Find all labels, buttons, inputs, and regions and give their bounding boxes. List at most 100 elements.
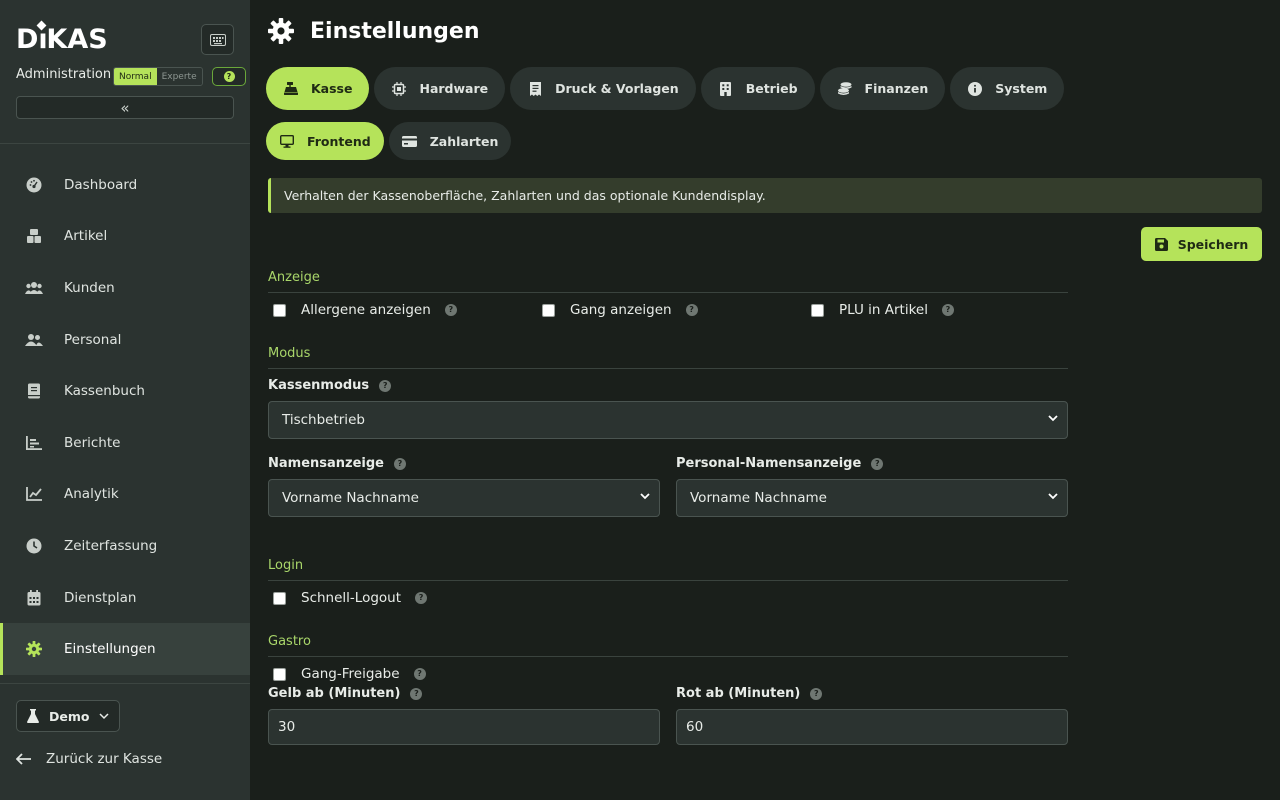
collapse-sidebar-button[interactable]: « xyxy=(16,96,234,119)
sidebar-item-berichte[interactable]: Berichte xyxy=(0,417,250,469)
plu-checkbox-row[interactable]: PLU in Artikel ? xyxy=(811,302,954,318)
help-icon[interactable]: ? xyxy=(444,304,457,316)
allergene-checkbox[interactable] xyxy=(273,303,286,317)
sidebar-item-label: Personal xyxy=(64,331,122,348)
back-to-register-link[interactable]: Zurück zur Kasse xyxy=(16,751,162,767)
sidebar-item-analytik[interactable]: Analytik xyxy=(0,469,250,521)
subtab-zahlarten[interactable]: Zahlarten xyxy=(388,122,512,160)
save-label: Speichern xyxy=(1177,236,1249,252)
field-label-text: Gelb ab (Minuten) xyxy=(268,686,401,701)
double-chevron-left-icon: « xyxy=(120,98,130,117)
sidebar: Dı KAS Administration Normal Experte ? « … xyxy=(0,0,250,800)
help-icon[interactable]: ? xyxy=(810,687,823,700)
chevron-down-icon xyxy=(1048,415,1058,422)
help-icon[interactable]: ? xyxy=(379,379,392,392)
sidebar-item-label: Berichte xyxy=(64,434,121,451)
monitor-icon xyxy=(279,133,295,149)
gang-checkbox[interactable] xyxy=(542,303,555,317)
gang-freigabe-checkbox-row[interactable]: Gang-Freigabe ? xyxy=(273,666,426,682)
tab-hardware[interactable]: Hardware xyxy=(374,67,506,110)
sidebar-item-label: Zeiterfassung xyxy=(64,537,158,554)
cash-register-icon xyxy=(283,81,299,97)
sidebar-item-artikel[interactable]: Artikel xyxy=(0,211,250,263)
help-icon[interactable]: ? xyxy=(394,457,406,470)
tab-label: Druck & Vorlagen xyxy=(555,81,679,96)
checkbox-label: Gang-Freigabe xyxy=(301,666,400,682)
namensanzeige-label: Namensanzeige ? xyxy=(268,456,406,471)
field-label-text: Rot ab (Minuten) xyxy=(676,686,801,701)
app-logo: Dı KAS xyxy=(16,20,108,55)
tab-label: System xyxy=(995,81,1048,96)
sidebar-nav: Dashboard Artikel Kunden Personal Kassen… xyxy=(0,159,250,675)
personal-namensanzeige-select[interactable]: Vorname Nachname xyxy=(676,479,1068,517)
sidebar-item-einstellungen[interactable]: Einstellungen xyxy=(0,623,250,675)
schnell-logout-checkbox[interactable] xyxy=(273,591,286,605)
receipt-icon xyxy=(527,81,543,97)
namensanzeige-select[interactable]: Vorname Nachname xyxy=(268,479,660,517)
sidebar-item-label: Einstellungen xyxy=(64,641,156,658)
help-icon[interactable]: ? xyxy=(415,592,428,604)
tab-label: Kasse xyxy=(311,81,353,96)
gelb-ab-label: Gelb ab (Minuten) ? xyxy=(268,686,423,701)
gang-freigabe-checkbox[interactable] xyxy=(273,667,286,681)
kassenmodus-label: Kassenmodus ? xyxy=(268,378,392,393)
sidebar-item-kassenbuch[interactable]: Kassenbuch xyxy=(0,365,250,417)
help-icon[interactable]: ? xyxy=(871,457,884,470)
back-label: Zurück zur Kasse xyxy=(46,751,163,767)
tab-label: Finanzen xyxy=(864,81,929,96)
boxes-icon xyxy=(24,226,44,246)
subtab-frontend[interactable]: Frontend xyxy=(266,122,384,160)
demo-button[interactable]: Demo xyxy=(16,700,120,732)
select-value: Tischbetrieb xyxy=(282,412,365,428)
calendar-icon xyxy=(24,588,44,608)
save-button[interactable]: Speichern xyxy=(1141,227,1262,261)
tab-betrieb[interactable]: Betrieb xyxy=(700,67,815,110)
info-banner-text: Verhalten der Kassenoberfläche, Zahlarte… xyxy=(284,188,766,203)
page-title: Einstellungen xyxy=(268,18,480,44)
help-icon[interactable]: ? xyxy=(941,304,954,316)
kassenmodus-select[interactable]: Tischbetrieb xyxy=(268,401,1068,439)
help-icon[interactable]: ? xyxy=(685,304,698,316)
gear-icon xyxy=(24,639,44,659)
sidebar-item-kunden[interactable]: Kunden xyxy=(0,262,250,314)
rot-ab-label: Rot ab (Minuten) ? xyxy=(676,686,823,701)
schnell-logout-checkbox-row[interactable]: Schnell-Logout ? xyxy=(273,590,428,606)
chip-icon xyxy=(391,81,407,97)
tab-finanzen[interactable]: Finanzen xyxy=(819,67,946,110)
mode-expert-option[interactable]: Experte xyxy=(156,68,202,85)
help-button[interactable]: ? xyxy=(212,67,246,86)
checkbox-label: Schnell-Logout xyxy=(301,590,402,606)
sidebar-item-zeiterfassung[interactable]: Zeiterfassung xyxy=(0,520,250,572)
tab-druck-vorlagen[interactable]: Druck & Vorlagen xyxy=(510,67,696,110)
tab-system[interactable]: System xyxy=(950,67,1065,110)
sidebar-item-personal[interactable]: Personal xyxy=(0,314,250,366)
line-chart-icon xyxy=(24,484,44,504)
field-label-text: Personal-Namensanzeige xyxy=(676,456,862,471)
book-icon xyxy=(24,381,44,401)
sidebar-item-dashboard[interactable]: Dashboard xyxy=(0,159,250,211)
gang-checkbox-row[interactable]: Gang anzeigen ? xyxy=(542,302,698,318)
sidebar-item-label: Dienstplan xyxy=(64,589,137,606)
gelb-ab-input[interactable]: 30 xyxy=(268,709,660,745)
chevron-down-icon xyxy=(1048,493,1058,500)
checkbox-label: Gang anzeigen xyxy=(570,302,672,318)
page-title-text: Einstellungen xyxy=(310,18,480,44)
section-title-modus: Modus xyxy=(268,346,1068,369)
help-icon[interactable]: ? xyxy=(413,668,426,680)
users-icon xyxy=(24,278,44,298)
mode-normal-option[interactable]: Normal xyxy=(114,68,157,85)
sidebar-item-dienstplan[interactable]: Dienstplan xyxy=(0,572,250,624)
help-icon[interactable]: ? xyxy=(410,687,423,700)
floppy-disk-icon xyxy=(1154,237,1168,251)
tab-kasse[interactable]: Kasse xyxy=(266,67,370,110)
rot-ab-input[interactable]: 60 xyxy=(676,709,1068,745)
keyboard-icon xyxy=(209,33,226,46)
keyboard-button[interactable] xyxy=(201,24,234,55)
plu-checkbox[interactable] xyxy=(811,303,824,317)
bar-chart-icon xyxy=(24,433,44,453)
allergene-checkbox-row[interactable]: Allergene anzeigen ? xyxy=(273,302,457,318)
dashboard-icon xyxy=(24,175,44,195)
sidebar-item-label: Kunden xyxy=(64,279,115,296)
gear-icon xyxy=(268,18,294,44)
mode-toggle[interactable]: Normal Experte xyxy=(113,67,203,86)
